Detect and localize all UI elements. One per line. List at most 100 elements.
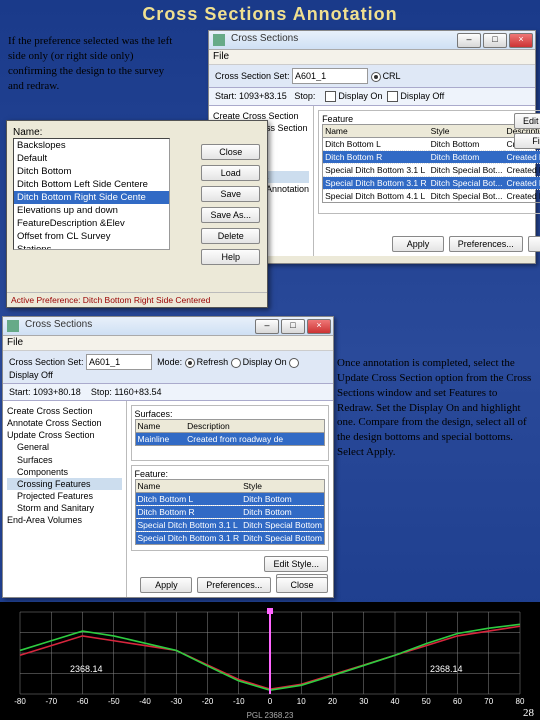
stop-label: Stop: bbox=[294, 91, 318, 101]
table-row: Special Ditch Bottom 3.1 LDitch Special … bbox=[323, 164, 540, 177]
preferences-list[interactable]: Backslopes Default Ditch Bottom Ditch Bo… bbox=[13, 138, 170, 250]
surfaces-label: Surfaces: bbox=[135, 409, 325, 419]
dlg-delete-button[interactable]: Delete bbox=[201, 228, 260, 244]
apply-button[interactable]: Apply bbox=[140, 577, 192, 593]
svg-text:10: 10 bbox=[297, 697, 306, 706]
list-item[interactable]: Stations bbox=[14, 243, 169, 250]
table-row: Special Ditch Bottom 3.1 RDitch Special … bbox=[135, 532, 324, 545]
dlg-save-button[interactable]: Save bbox=[201, 186, 260, 202]
maximize-button[interactable]: □ bbox=[281, 319, 305, 334]
tree-item[interactable]: Surfaces bbox=[7, 454, 122, 466]
intro-text-right: Once annotation is completed, select the… bbox=[337, 356, 532, 460]
svg-text:-10: -10 bbox=[233, 697, 245, 706]
filter-button[interactable]: Filter... bbox=[514, 133, 540, 149]
svg-text:30: 30 bbox=[359, 697, 368, 706]
tree-item[interactable]: Storm and Sanitary bbox=[7, 502, 122, 514]
set-dropdown[interactable] bbox=[86, 354, 152, 370]
list-item[interactable]: Backslopes bbox=[14, 139, 169, 152]
list-item[interactable]: Offset from CL Survey bbox=[14, 230, 169, 243]
edit-style-button[interactable]: Edit Style... bbox=[264, 556, 328, 572]
svg-text:50: 50 bbox=[422, 697, 431, 706]
display-off-check[interactable] bbox=[387, 91, 398, 102]
tree-item[interactable]: Projected Features bbox=[7, 490, 122, 502]
svg-text:-70: -70 bbox=[45, 697, 57, 706]
preferences-button[interactable]: Preferences... bbox=[449, 236, 523, 252]
close-button[interactable]: Close bbox=[528, 236, 540, 252]
tree-item[interactable]: Create Cross Section bbox=[7, 405, 122, 417]
display-on-check[interactable] bbox=[325, 91, 336, 102]
page-number: 28 bbox=[523, 707, 534, 719]
svg-text:80: 80 bbox=[516, 697, 525, 706]
close-button[interactable]: × bbox=[307, 319, 331, 334]
set-dropdown[interactable] bbox=[292, 68, 368, 84]
tree-item[interactable]: Annotate Cross Section bbox=[7, 417, 122, 429]
svg-text:-20: -20 bbox=[202, 697, 214, 706]
list-item[interactable]: Default bbox=[14, 152, 169, 165]
menu-file[interactable]: File bbox=[3, 336, 333, 351]
status-bar: Active Preference: Ditch Bottom Right Si… bbox=[7, 292, 267, 307]
page-title: Cross Sections Annotation bbox=[0, 0, 540, 29]
svg-text:-50: -50 bbox=[108, 697, 120, 706]
app-icon bbox=[213, 34, 225, 46]
table-row: Special Ditch Bottom 4.1 LDitch Special … bbox=[323, 190, 540, 203]
table-row: Special Ditch Bottom 3.1 LDitch Special … bbox=[135, 519, 324, 532]
app-icon bbox=[7, 320, 19, 332]
minimize-button[interactable]: – bbox=[255, 319, 279, 334]
intro-text-left: If the preference selected was the left … bbox=[8, 34, 178, 93]
minimize-button[interactable]: – bbox=[457, 33, 481, 48]
maximize-button[interactable]: □ bbox=[483, 33, 507, 48]
table-row: Ditch Bottom LDitch BottomCreated by roa… bbox=[323, 138, 540, 151]
tree-item[interactable]: General bbox=[7, 441, 122, 453]
tree-item[interactable]: End-Area Volumes bbox=[7, 514, 122, 526]
svg-text:20: 20 bbox=[328, 697, 337, 706]
svg-text:40: 40 bbox=[391, 697, 400, 706]
apply-button[interactable]: Apply bbox=[392, 236, 444, 252]
mode-label: Mode: bbox=[157, 357, 182, 367]
preferences-button[interactable]: Preferences... bbox=[197, 577, 271, 593]
svg-text:70: 70 bbox=[484, 697, 493, 706]
list-item[interactable]: FeatureDescription &Elev bbox=[14, 217, 169, 230]
start-label: Start: 1093+83.15 bbox=[215, 91, 287, 101]
menu-file[interactable]: File bbox=[209, 50, 535, 65]
feature-table[interactable]: NameStyle Ditch Bottom LDitch Bottom Dit… bbox=[135, 479, 325, 545]
window-title: Cross Sections bbox=[25, 319, 92, 330]
close-button[interactable]: Close bbox=[276, 577, 328, 593]
dlg-help-button[interactable]: Help bbox=[201, 249, 260, 265]
start-label: Start: 1093+80.18 bbox=[9, 387, 81, 397]
svg-text:60: 60 bbox=[453, 697, 462, 706]
feature-label: Feature: bbox=[135, 469, 325, 479]
list-item[interactable]: Ditch Bottom Right Side Cente bbox=[14, 191, 169, 204]
dlg-load-button[interactable]: Load bbox=[201, 165, 260, 181]
list-item[interactable]: Ditch Bottom bbox=[14, 165, 169, 178]
list-item[interactable]: Ditch Bottom Left Side Centere bbox=[14, 178, 169, 191]
dlg-close-button[interactable]: Close bbox=[201, 144, 260, 160]
list-item[interactable]: Elevations up and down bbox=[14, 204, 169, 217]
close-button[interactable]: × bbox=[509, 33, 533, 48]
table-row: Ditch Bottom RDitch BottomCreated by roa… bbox=[323, 151, 540, 164]
tree-item[interactable]: Components bbox=[7, 466, 122, 478]
table-row: Ditch Bottom RDitch Bottom bbox=[135, 506, 324, 519]
svg-text:-80: -80 bbox=[14, 697, 26, 706]
dlg-saveas-button[interactable]: Save As... bbox=[201, 207, 260, 223]
display-on-radio[interactable] bbox=[231, 358, 241, 368]
set-label: Cross Section Set: bbox=[215, 71, 290, 81]
set-label: Cross Section Set: bbox=[9, 357, 84, 367]
tree-item[interactable]: Crossing Features bbox=[7, 478, 122, 490]
surfaces-table[interactable]: NameDescription MainlineCreated from roa… bbox=[135, 419, 325, 446]
svg-text:-60: -60 bbox=[77, 697, 89, 706]
display-off-radio[interactable] bbox=[289, 358, 299, 368]
preferences-dialog: Name: Backslopes Default Ditch Bottom Di… bbox=[6, 120, 268, 308]
edit-style-button[interactable]: Edit Style... bbox=[514, 113, 540, 129]
svg-text:-40: -40 bbox=[139, 697, 151, 706]
name-label: Name: bbox=[13, 127, 261, 138]
table-row: MainlineCreated from roadway de bbox=[135, 433, 324, 446]
ctrl-radio[interactable] bbox=[371, 72, 381, 82]
cross-section-chart: 2368.14 2368.14 -80-70-60-50-40-30-20-10… bbox=[0, 602, 540, 720]
feature-table[interactable]: NameStyleDescription Ditch Bottom LDitch… bbox=[322, 124, 540, 203]
refresh-radio[interactable] bbox=[185, 358, 195, 368]
elev-label-left: 2368.14 bbox=[70, 664, 103, 674]
svg-text:-30: -30 bbox=[170, 697, 182, 706]
nav-tree[interactable]: Create Cross Section Annotate Cross Sect… bbox=[3, 401, 127, 597]
svg-text:0: 0 bbox=[268, 697, 273, 706]
tree-item[interactable]: Update Cross Section bbox=[7, 429, 122, 441]
